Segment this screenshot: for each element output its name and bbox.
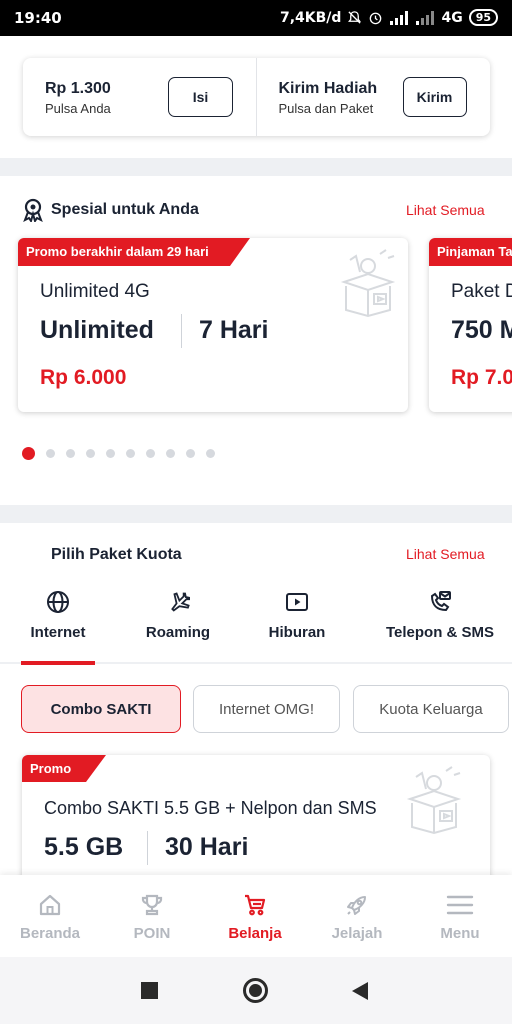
play-icon bbox=[286, 593, 308, 611]
promo-quota: 750 M bbox=[451, 316, 512, 344]
tab-roaming[interactable]: Roaming bbox=[128, 590, 228, 641]
carousel-dot[interactable] bbox=[106, 449, 115, 458]
balance-panel: Rp 1.300 Pulsa Anda Isi bbox=[23, 58, 257, 136]
home-circle-inner bbox=[249, 984, 262, 997]
carousel-dot[interactable] bbox=[66, 449, 75, 458]
section-divider bbox=[0, 505, 512, 523]
balance-card: Rp 1.300 Pulsa Anda Isi Kirim Hadiah Pul… bbox=[23, 58, 490, 136]
package-section-title: Pilih Paket Kuota bbox=[51, 546, 182, 563]
gift-title: Kirim Hadiah bbox=[278, 80, 378, 97]
carousel-dot[interactable] bbox=[186, 449, 195, 458]
signal-icon bbox=[390, 10, 409, 25]
bottom-nav: Beranda POIN Belanja Jelajah Menu bbox=[0, 875, 512, 957]
carousel-dot[interactable] bbox=[86, 449, 95, 458]
balance-label: Pulsa Anda bbox=[45, 101, 111, 116]
trophy-icon bbox=[141, 894, 163, 916]
mute-bell-icon bbox=[348, 11, 362, 24]
promo-price: Rp 7.0 bbox=[451, 366, 512, 389]
nav-belanja[interactable]: Belanja bbox=[205, 893, 305, 942]
status-time: 19:40 bbox=[14, 9, 62, 27]
nav-menu[interactable]: Menu bbox=[410, 893, 510, 942]
cart-icon bbox=[245, 894, 266, 916]
nav-beranda[interactable]: Beranda bbox=[0, 893, 100, 942]
promo-ribbon: Pinjaman Ta bbox=[429, 238, 512, 266]
special-section-title: Spesial untuk Anda bbox=[51, 201, 199, 218]
carousel-dot[interactable] bbox=[206, 449, 215, 458]
gift-subtitle: Pulsa dan Paket bbox=[278, 101, 374, 116]
globe-icon bbox=[47, 591, 69, 613]
promo-quota: Unlimited bbox=[40, 316, 154, 344]
nav-label: Belanja bbox=[228, 925, 282, 942]
status-right: 7,4KB/d 4G 95 bbox=[280, 9, 498, 26]
system-nav-bar bbox=[0, 957, 512, 1024]
airplane-icon bbox=[171, 592, 190, 612]
package-card-combo-sakti[interactable]: Promo Combo SAKTI 5.5 GB + Nelpon dan SM… bbox=[22, 755, 490, 895]
tab-hiburan[interactable]: Hiburan bbox=[247, 590, 347, 641]
chip-kuota-keluarga[interactable]: Kuota Keluarga bbox=[353, 685, 509, 733]
section-divider bbox=[0, 158, 512, 176]
promo-duration: 7 Hari bbox=[199, 316, 269, 344]
network-type: 4G bbox=[441, 9, 463, 26]
net-speed: 7,4KB/d bbox=[279, 9, 342, 26]
send-gift-button[interactable]: Kirim bbox=[402, 77, 467, 117]
gift-box-icon bbox=[340, 249, 396, 318]
promo-price: Rp 6.000 bbox=[40, 366, 127, 389]
back-triangle-icon[interactable] bbox=[351, 981, 369, 1001]
promo-name: Unlimited 4G bbox=[40, 281, 150, 302]
balance-amount: Rp 1.300 bbox=[45, 80, 111, 97]
home-circle-icon[interactable] bbox=[243, 978, 268, 1003]
gift-panel: Kirim Hadiah Pulsa dan Paket Kirim bbox=[257, 58, 491, 136]
chip-internet-omg[interactable]: Internet OMG! bbox=[193, 685, 340, 733]
carousel-dot[interactable] bbox=[126, 449, 135, 458]
carousel-dot[interactable] bbox=[146, 449, 155, 458]
recents-square-icon[interactable] bbox=[141, 982, 158, 999]
carousel-indicator bbox=[22, 447, 215, 460]
nav-poin[interactable]: POIN bbox=[102, 893, 202, 942]
ribbon-badge-icon bbox=[23, 198, 43, 222]
menu-icon bbox=[446, 895, 474, 915]
phone-message-icon bbox=[430, 591, 451, 612]
package-separator bbox=[147, 831, 148, 865]
promo-name: Paket D bbox=[451, 281, 512, 302]
chip-combo-sakti[interactable]: Combo SAKTI bbox=[21, 685, 181, 733]
active-tab-indicator bbox=[21, 661, 95, 665]
promo-ribbon: Promo bbox=[22, 755, 106, 782]
topup-button[interactable]: Isi bbox=[168, 77, 233, 117]
tab-label: Internet bbox=[30, 624, 86, 641]
promo-ribbon: Promo berakhir dalam 29 hari bbox=[18, 238, 250, 266]
promo-card-unlimited[interactable]: Promo berakhir dalam 29 hari Unlimited 4… bbox=[18, 238, 408, 412]
home-icon bbox=[39, 894, 61, 916]
gift-box-icon bbox=[406, 766, 462, 835]
promo-card-loan[interactable]: Pinjaman Ta Paket D 750 M Rp 7.0 bbox=[429, 238, 512, 412]
tab-label: Roaming bbox=[145, 624, 211, 641]
tab-label: Hiburan bbox=[268, 624, 326, 641]
carousel-dot[interactable] bbox=[46, 449, 55, 458]
special-see-all-link[interactable]: Lihat Semua bbox=[406, 202, 485, 218]
tab-label: Telepon & SMS bbox=[385, 624, 495, 641]
nav-jelajah[interactable]: Jelajah bbox=[307, 893, 407, 942]
signal-weak-icon bbox=[416, 10, 435, 25]
nav-label: Menu bbox=[440, 925, 480, 942]
nav-label: POIN bbox=[133, 925, 171, 942]
tab-internet[interactable]: Internet bbox=[8, 590, 108, 641]
tab-telepon-sms[interactable]: Telepon & SMS bbox=[380, 590, 500, 641]
package-see-all-link[interactable]: Lihat Semua bbox=[406, 546, 485, 562]
package-duration: 30 Hari bbox=[165, 833, 249, 861]
battery-indicator: 95 bbox=[468, 9, 498, 26]
package-name: Combo SAKTI 5.5 GB + Nelpon dan SMS bbox=[44, 798, 377, 818]
carousel-dot[interactable] bbox=[166, 449, 175, 458]
status-bar: 19:40 7,4KB/d 4G 95 bbox=[0, 0, 512, 36]
nav-label: Jelajah bbox=[331, 925, 383, 942]
promo-separator bbox=[181, 314, 182, 348]
nav-label: Beranda bbox=[19, 925, 81, 942]
carousel-dot[interactable] bbox=[22, 447, 35, 460]
package-quota: 5.5 GB bbox=[44, 833, 124, 861]
alarm-icon bbox=[370, 12, 382, 25]
rocket-icon bbox=[347, 896, 366, 915]
